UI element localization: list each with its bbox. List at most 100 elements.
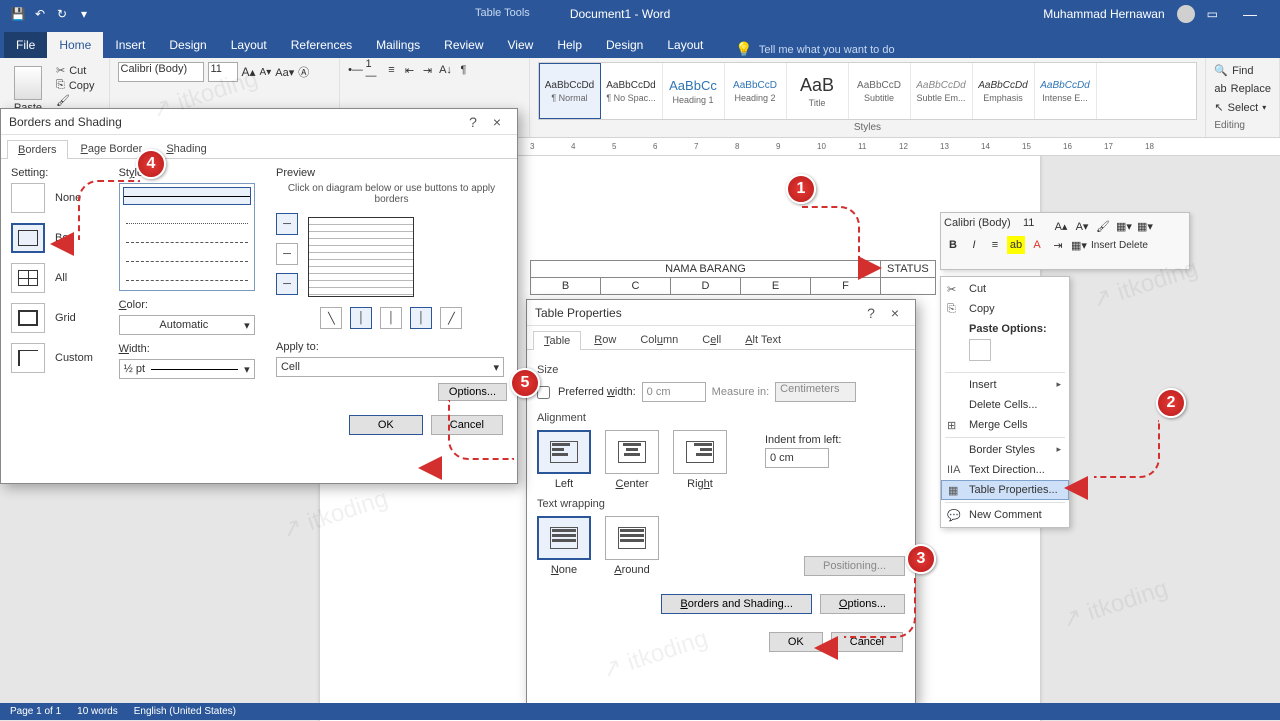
align-left[interactable] [537, 430, 591, 474]
wrap-none[interactable] [537, 516, 591, 560]
tab-home[interactable]: Home [47, 32, 103, 58]
preferred-width-input[interactable]: 0 cm [642, 382, 706, 402]
style-intense-e[interactable]: AaBbCcDdIntense E... [1035, 63, 1097, 119]
border-right-button[interactable]: │ [410, 307, 432, 329]
paste-opt-1[interactable] [969, 339, 991, 361]
tab-layout[interactable]: Layout [219, 32, 279, 58]
mini-size-combo[interactable]: 11 [1023, 217, 1049, 235]
ribbon-display-icon[interactable]: ▭ [1207, 7, 1218, 21]
mini-table-icon[interactable]: ▦▾ [1115, 217, 1133, 235]
ctx-merge-cells[interactable]: ⊞Merge Cells [941, 415, 1069, 435]
mini-grow-icon[interactable]: A▴ [1052, 217, 1070, 235]
ctx-border-styles[interactable]: Border Styles▸ [941, 440, 1069, 460]
border-bottom-button[interactable]: ─ [276, 273, 298, 295]
tab-tt-layout[interactable]: Layout [655, 32, 715, 58]
style-heading2[interactable]: AaBbCcDHeading 2 [725, 63, 787, 119]
table-header[interactable]: NAMA BARANG [531, 261, 881, 278]
mini-highlight-icon[interactable]: ab [1007, 236, 1025, 254]
tab-review[interactable]: Review [432, 32, 495, 58]
inc-indent-icon[interactable]: ⇥ [420, 62, 436, 78]
border-top-button[interactable]: ─ [276, 213, 298, 235]
close-button[interactable]: × [883, 305, 907, 321]
shrink-font-icon[interactable]: A▾ [260, 67, 272, 78]
select-button[interactable]: ↖Select ▾ [1214, 101, 1271, 114]
change-case-icon[interactable]: Aa▾ [275, 66, 294, 79]
mini-font-combo[interactable]: Calibri (Body) [944, 217, 1020, 235]
ctx-cut[interactable]: ✂Cut [941, 279, 1069, 299]
qat-more-icon[interactable]: ▾ [76, 6, 92, 22]
tab-cell[interactable]: Cell [691, 330, 732, 349]
mini-insert-label[interactable]: Insert [1091, 240, 1116, 251]
word-count[interactable]: 10 words [77, 706, 118, 717]
ctx-insert[interactable]: Insert▸ [941, 375, 1069, 395]
bullets-icon[interactable]: •— [348, 62, 364, 78]
styles-gallery[interactable]: AaBbCcDd¶ Normal AaBbCcDd¶ No Spac... Aa… [538, 62, 1198, 120]
grow-font-icon[interactable]: A▴ [242, 65, 256, 79]
mini-borders-icon[interactable]: ▦▾ [1070, 236, 1088, 254]
multilevel-icon[interactable]: ≡ [384, 62, 400, 78]
align-center[interactable] [605, 430, 659, 474]
tab-mailings[interactable]: Mailings [364, 32, 432, 58]
mini-indent-icon[interactable]: ⇥ [1049, 236, 1067, 254]
ctx-delete-cells[interactable]: Delete Cells... [941, 395, 1069, 415]
border-diag2-button[interactable]: ╱ [440, 307, 462, 329]
setting-all[interactable]: All [11, 263, 107, 293]
indent-input[interactable]: 0 cm [765, 448, 829, 468]
ctx-text-direction[interactable]: IIAText Direction... [941, 460, 1069, 480]
tab-alttext[interactable]: Alt Text [734, 330, 792, 349]
style-subtitle[interactable]: AaBbCcDSubtitle [849, 63, 911, 119]
ctx-table-properties[interactable]: ▦Table Properties... [941, 480, 1069, 500]
mini-delete-label[interactable]: Delete [1119, 240, 1148, 251]
table-cell[interactable]: E [741, 278, 811, 295]
borders-shading-button[interactable]: Borders and Shading... [661, 594, 812, 614]
tab-design[interactable]: Design [157, 32, 218, 58]
user-avatar[interactable] [1177, 5, 1195, 23]
close-button[interactable]: × [485, 114, 509, 130]
minimize-button[interactable]: — [1230, 6, 1270, 22]
align-right[interactable] [673, 430, 727, 474]
ctx-copy[interactable]: ⎘Copy [941, 299, 1069, 319]
redo-icon[interactable]: ↻ [54, 6, 70, 22]
table-cell[interactable] [881, 278, 936, 295]
mini-align-icon[interactable]: ≡ [986, 236, 1004, 254]
ctx-new-comment[interactable]: 💬New Comment [941, 505, 1069, 525]
format-painter-button[interactable]: 🖌 [56, 94, 95, 107]
tab-table[interactable]: Table [533, 331, 581, 350]
positioning-button[interactable]: Positioning... [804, 556, 905, 576]
cut-button[interactable]: ✂Cut [56, 64, 95, 77]
table-status-header[interactable]: STATUS [881, 261, 936, 278]
mini-insert-icon[interactable]: ▦▾ [1136, 217, 1154, 235]
mini-shrink-icon[interactable]: A▾ [1073, 217, 1091, 235]
tab-file[interactable]: File [4, 32, 47, 58]
measure-combo[interactable]: Centimeters [775, 382, 856, 402]
mini-italic-icon[interactable]: I [965, 236, 983, 254]
font-size-combo[interactable]: 11 [208, 62, 238, 82]
border-hmid-button[interactable]: ─ [276, 243, 298, 265]
language-indicator[interactable]: English (United States) [134, 706, 236, 717]
tell-me-box[interactable]: 💡 Tell me what you want to do [735, 41, 894, 58]
setting-custom[interactable]: Custom [11, 343, 107, 373]
help-button[interactable]: ? [859, 305, 883, 321]
border-vmid-button[interactable]: │ [380, 307, 402, 329]
ok-button[interactable]: OK [349, 415, 423, 435]
style-emphasis[interactable]: AaBbCcDdEmphasis [973, 63, 1035, 119]
color-combo[interactable]: Automatic▾ [119, 315, 255, 335]
style-title[interactable]: AaBTitle [787, 63, 849, 119]
border-left-button[interactable]: │ [350, 307, 372, 329]
tab-help[interactable]: Help [545, 32, 594, 58]
tab-tt-design[interactable]: Design [594, 32, 655, 58]
style-nospacing[interactable]: AaBbCcDd¶ No Spac... [601, 63, 663, 119]
tab-insert[interactable]: Insert [103, 32, 157, 58]
replace-button[interactable]: abReplace [1214, 83, 1271, 95]
table-cell[interactable]: D [671, 278, 741, 295]
sort-icon[interactable]: A↓ [438, 62, 454, 78]
mini-fontcolor-icon[interactable]: A [1028, 236, 1046, 254]
setting-grid[interactable]: Grid [11, 303, 107, 333]
undo-icon[interactable]: ↶ [32, 6, 48, 22]
tab-row[interactable]: Row [583, 330, 627, 349]
copy-button[interactable]: ⎘Copy [56, 79, 95, 92]
mini-format-painter-icon[interactable]: 🖌 [1094, 217, 1112, 235]
dec-indent-icon[interactable]: ⇤ [402, 62, 418, 78]
style-subtle-em[interactable]: AaBbCcDdSubtle Em... [911, 63, 973, 119]
style-normal[interactable]: AaBbCcDd¶ Normal [539, 63, 601, 119]
